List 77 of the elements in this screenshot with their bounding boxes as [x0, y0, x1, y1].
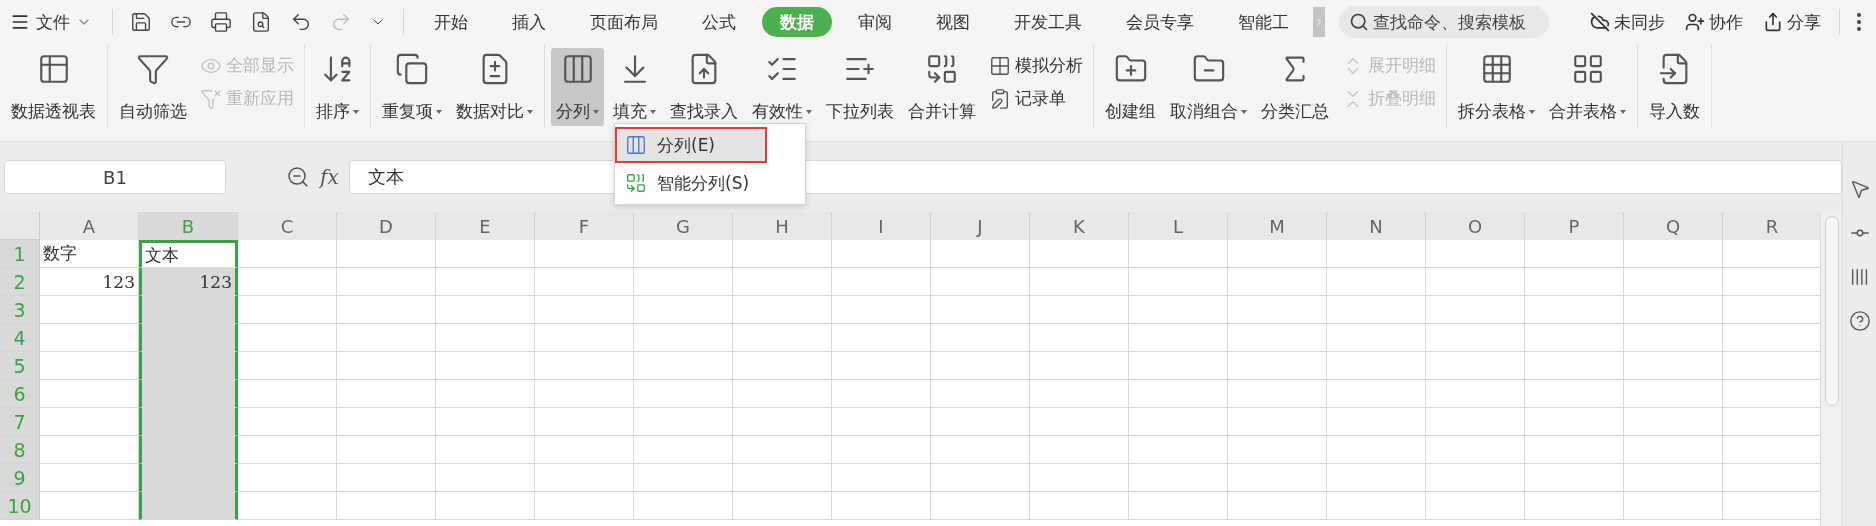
ribbon-button[interactable]: 数据透视表: [6, 48, 101, 126]
ribbon-button[interactable]: 合并表格: [1544, 48, 1631, 126]
search-icon: [1349, 12, 1369, 32]
menu-item[interactable]: 分列(E): [615, 127, 767, 163]
columns-icon: [625, 134, 647, 156]
toolbar-action[interactable]: 分享: [1755, 10, 1829, 34]
column-header[interactable]: P: [1525, 212, 1624, 242]
column-header[interactable]: Q: [1624, 212, 1723, 242]
column-header[interactable]: L: [1129, 212, 1228, 242]
save-icon: [130, 11, 152, 33]
ribbon-button[interactable]: 自动筛选: [114, 48, 192, 126]
file-menu[interactable]: 文件: [8, 5, 102, 39]
column-header[interactable]: M: [1228, 212, 1327, 242]
table-cell: 数字: [40, 240, 139, 268]
duplicate-icon: [395, 52, 429, 86]
column-header[interactable]: D: [337, 212, 436, 242]
print-icon: [210, 11, 232, 33]
ribbon-button[interactable]: 创建组: [1100, 48, 1161, 126]
ribbon-button[interactable]: 分类汇总: [1256, 48, 1334, 126]
fx-label[interactable]: fx: [320, 165, 339, 189]
ribbon-tab[interactable]: 视图: [918, 7, 988, 37]
ribbon-button[interactable]: 数据对比: [451, 48, 538, 126]
form-icon: [989, 87, 1011, 110]
table-cell: 文本: [139, 240, 238, 268]
column-header[interactable]: K: [1030, 212, 1129, 242]
help-icon[interactable]: [1848, 310, 1871, 332]
share-icon: [1763, 12, 1783, 32]
column-header[interactable]: I: [832, 212, 931, 242]
column-header[interactable]: R: [1723, 212, 1820, 242]
zoom-icon[interactable]: [286, 165, 310, 189]
search-field[interactable]: 查找命令、搜索模板: [1339, 6, 1549, 38]
toolbar-action[interactable]: 未同步: [1582, 10, 1673, 34]
ribbon-tab[interactable]: 公式: [684, 7, 754, 37]
redo-icon: [330, 11, 352, 33]
ribbon-tab[interactable]: 审阅: [840, 7, 910, 37]
ribbon-button[interactable]: 导入数: [1644, 48, 1705, 126]
combine-icon: [925, 52, 959, 86]
menu-icon: [10, 12, 30, 32]
ribbon-button[interactable]: 分列: [551, 48, 604, 126]
column-header[interactable]: G: [634, 212, 733, 242]
column-header[interactable]: E: [436, 212, 535, 242]
user-plus-icon: [1685, 12, 1705, 32]
ribbon-button[interactable]: 下拉列表: [821, 48, 899, 126]
filter-icon: [136, 52, 170, 86]
column-header[interactable]: O: [1426, 212, 1525, 242]
vertical-scrollbar[interactable]: [1820, 212, 1842, 526]
column-header[interactable]: N: [1327, 212, 1426, 242]
ribbon-tab[interactable]: 开始: [416, 7, 486, 37]
column-header[interactable]: C: [238, 212, 337, 242]
toolbar-action[interactable]: 协作: [1677, 10, 1751, 34]
undo-icon: [290, 11, 312, 33]
search-placeholder: 查找命令、搜索模板: [1373, 10, 1526, 34]
column-header[interactable]: H: [733, 212, 832, 242]
ribbon-button[interactable]: 排序: [311, 48, 364, 126]
cloud-icon: [1590, 12, 1610, 32]
ribbon-button[interactable]: 拆分表格: [1453, 48, 1540, 126]
ribbon-small-button[interactable]: 记录单: [985, 87, 1087, 110]
name-box[interactable]: B1: [4, 160, 226, 194]
ribbon-tab[interactable]: 智能工: [1220, 7, 1307, 37]
table-icon: [989, 54, 1011, 77]
print-preview-icon: [250, 11, 272, 33]
ribbon-tab[interactable]: 页面布局: [572, 7, 676, 37]
ribbon-button[interactable]: 合并计算: [903, 48, 981, 126]
ribbon-button[interactable]: 查找录入: [665, 48, 743, 126]
column-header[interactable]: A: [40, 212, 139, 242]
ribbon-tab[interactable]: 开发工具: [996, 7, 1100, 37]
more-icon: [1857, 13, 1861, 31]
table-cell: 123: [40, 268, 139, 296]
ribbon-tab[interactable]: 插入: [494, 7, 564, 37]
column-header[interactable]: J: [931, 212, 1030, 242]
table-cell: 123: [139, 268, 238, 296]
ribbon-tab[interactable]: 会员专享: [1108, 7, 1212, 37]
ribbon-small-button[interactable]: 模拟分析: [985, 54, 1087, 77]
filter-reset-icon: [200, 87, 222, 110]
column-header[interactable]: F: [535, 212, 634, 242]
ribbon-button[interactable]: 重复项: [377, 48, 447, 126]
ribbon-button[interactable]: 取消组合: [1165, 48, 1252, 126]
